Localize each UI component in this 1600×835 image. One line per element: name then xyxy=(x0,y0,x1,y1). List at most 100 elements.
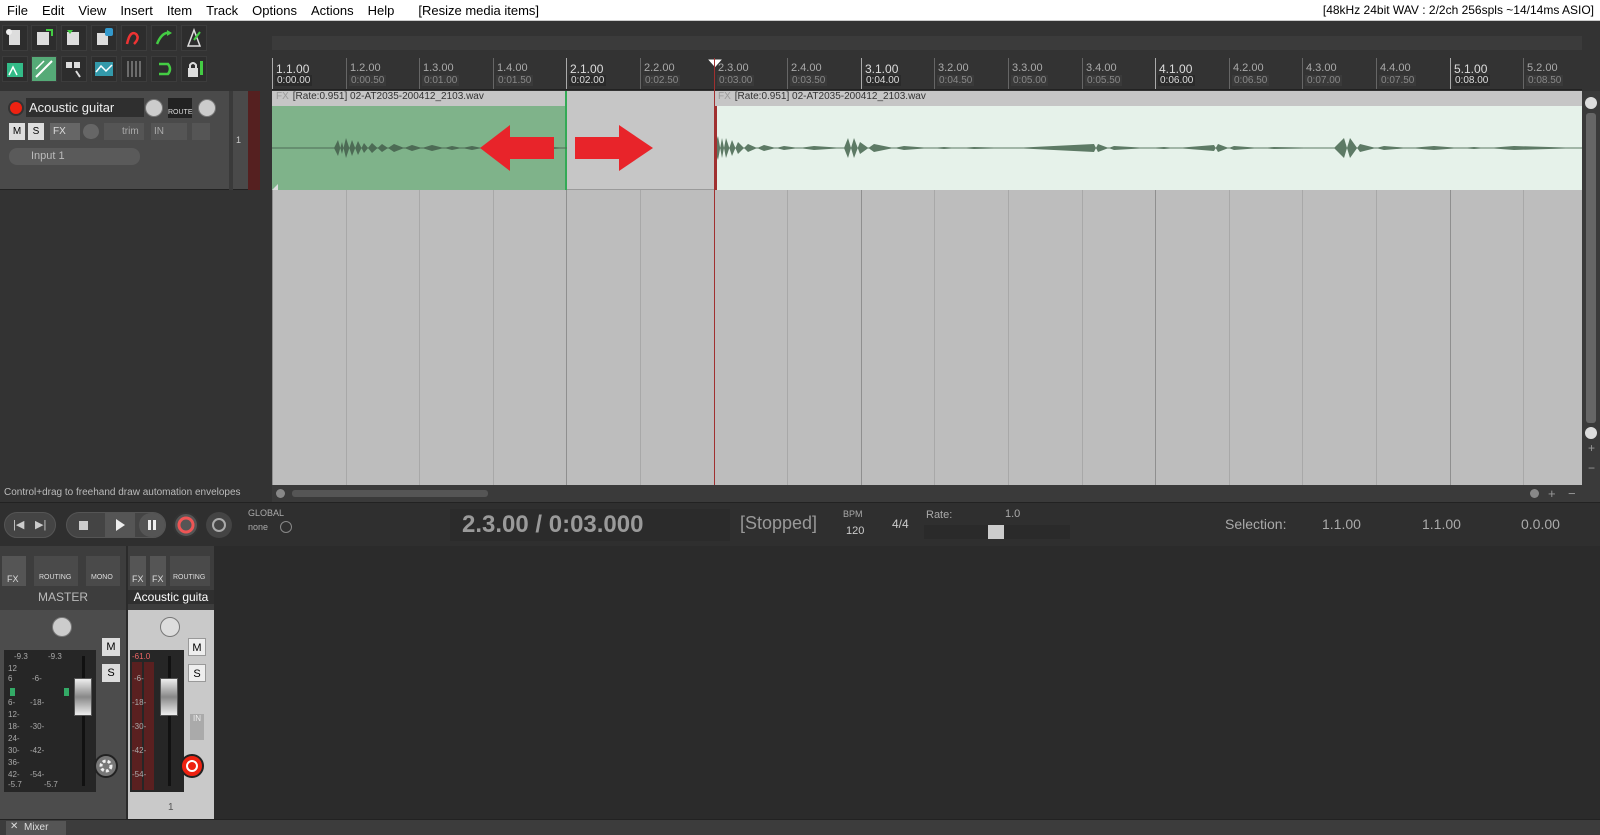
menu-edit[interactable]: Edit xyxy=(35,3,71,18)
scroll-down-icon[interactable] xyxy=(1585,427,1597,439)
master-routing-button[interactable]: ROUTING xyxy=(34,556,78,586)
menu-track[interactable]: Track xyxy=(199,3,245,18)
play-button[interactable] xyxy=(105,513,135,537)
record-arm-button[interactable] xyxy=(8,100,24,116)
scroll-up-icon[interactable] xyxy=(1585,97,1597,109)
time-signature[interactable]: 4/4 xyxy=(892,517,909,531)
undo-icon[interactable] xyxy=(121,25,147,51)
open-project-icon[interactable] xyxy=(31,25,57,51)
selection-length[interactable]: 0.0.00 xyxy=(1521,516,1560,532)
scroll-left-icon[interactable] xyxy=(276,489,285,498)
strip-record-arm-button[interactable] xyxy=(180,754,204,778)
media-item-2[interactable]: FX [Rate:0.951] 02-AT2035-200412_2103.wav xyxy=(714,91,1582,190)
action-status: [Resize media items] xyxy=(418,2,540,18)
redo-icon[interactable] xyxy=(151,25,177,51)
volume-knob[interactable] xyxy=(145,99,163,117)
envelope-follow-icon[interactable] xyxy=(91,56,117,82)
selection-start[interactable]: 1.1.00 xyxy=(1322,516,1361,532)
strip-fader[interactable] xyxy=(160,678,178,716)
menu-help[interactable]: Help xyxy=(361,3,402,18)
project-settings-icon[interactable] xyxy=(91,25,117,51)
menu-item[interactable]: Item xyxy=(160,3,199,18)
strip-routing-button[interactable]: ROUTING xyxy=(170,556,210,586)
lock-icon[interactable] xyxy=(181,56,207,82)
edit-cursor-marker[interactable] xyxy=(706,58,724,70)
ripple-edit-icon[interactable] xyxy=(31,56,57,82)
ruler-time-label: 0:07.00 xyxy=(1305,75,1343,86)
input-fx-button[interactable]: IN xyxy=(151,123,187,140)
strip-track-name[interactable]: Acoustic guita xyxy=(128,590,214,604)
repeat-icon[interactable] xyxy=(206,512,232,538)
env-icon[interactable] xyxy=(192,123,210,140)
master-mono-button[interactable]: MONO xyxy=(86,556,120,586)
audio-status[interactable]: [48kHz 24bit WAV : 2/2ch 256spls ~14/14m… xyxy=(1323,3,1594,17)
stop-icon[interactable] xyxy=(79,521,88,530)
item-grouping-icon[interactable] xyxy=(61,56,87,82)
vertical-scroll-thumb[interactable] xyxy=(1586,113,1596,423)
rate-slider[interactable] xyxy=(924,525,1070,539)
ruler-tick: 3.3.00 0:05.00 xyxy=(1008,58,1049,89)
zoom-out-vertical-icon[interactable]: − xyxy=(1588,461,1595,475)
position-display[interactable]: 2.3.00 / 0:03.000 xyxy=(450,509,730,541)
master-mute-button[interactable]: M xyxy=(102,638,120,656)
input-select[interactable]: Input 1 xyxy=(9,148,140,165)
pan-knob[interactable] xyxy=(198,99,216,117)
master-solo-button[interactable]: S xyxy=(102,664,120,682)
zoom-out-horizontal-icon[interactable]: − xyxy=(1568,486,1576,501)
loop-icon[interactable] xyxy=(151,56,177,82)
menu-actions[interactable]: Actions xyxy=(304,3,361,18)
metronome-icon[interactable] xyxy=(181,25,207,51)
trim-button[interactable]: trim xyxy=(104,123,144,140)
solo-button[interactable]: S xyxy=(28,123,44,140)
menu-insert[interactable]: Insert xyxy=(113,3,160,18)
strip-solo-button[interactable]: S xyxy=(188,664,206,682)
automation-global-label: GLOBAL xyxy=(248,508,285,518)
track-name[interactable]: Acoustic guitar xyxy=(26,98,144,117)
ruler-bar-label: 1.3.00 xyxy=(423,62,454,74)
scroll-right-icon[interactable] xyxy=(1530,489,1539,498)
selection-end[interactable]: 1.1.00 xyxy=(1422,516,1461,532)
go-to-start-icon[interactable]: |◀ xyxy=(13,518,24,531)
zoom-in-vertical-icon[interactable]: + xyxy=(1588,441,1595,455)
master-pan-knob[interactable] xyxy=(52,617,72,637)
master-fader[interactable] xyxy=(74,678,92,716)
ruler-region-strip[interactable] xyxy=(272,36,1582,50)
phase-icon[interactable] xyxy=(83,124,99,139)
automation-mode[interactable]: none xyxy=(248,522,268,532)
rate-slider-thumb[interactable] xyxy=(988,525,1004,539)
new-project-icon[interactable] xyxy=(2,25,28,51)
fx-button[interactable]: FX xyxy=(50,123,80,140)
save-project-icon[interactable] xyxy=(61,25,87,51)
vertical-scrollbar[interactable]: + − xyxy=(1582,91,1600,485)
route-button[interactable]: ROUTE xyxy=(168,98,193,118)
automation-dropdown-icon[interactable] xyxy=(280,521,292,533)
horizontal-scrollbar[interactable]: + − xyxy=(272,485,1600,502)
ruler-bar-label: 4.3.00 xyxy=(1306,62,1337,74)
menu-view[interactable]: View xyxy=(71,3,113,18)
go-to-end-icon[interactable]: ▶| xyxy=(35,518,46,531)
menu-file[interactable]: File xyxy=(0,3,35,18)
strip-input-fx-button[interactable]: FX xyxy=(150,556,166,586)
item-fx-badge[interactable]: FX xyxy=(276,91,289,102)
arrange-view[interactable]: FX [Rate:0.951] 02-AT2035-200412_2103.wav… xyxy=(272,91,1582,485)
settings-gear-icon[interactable] xyxy=(94,754,118,778)
mute-button[interactable]: M xyxy=(9,123,25,140)
zoom-in-horizontal-icon[interactable]: + xyxy=(1548,486,1556,501)
strip-mute-button[interactable]: M xyxy=(188,638,206,656)
grid-icon[interactable] xyxy=(121,56,147,82)
timeline-ruler[interactable]: 1.1.00 0:00.00 1.2.00 0:00.50 1.3.00 0:01.00 1… xyxy=(272,58,1582,90)
mixer-tab[interactable]: ✕ Mixer xyxy=(6,821,66,835)
grid-snap-icon[interactable] xyxy=(2,56,28,82)
strip-fx-button[interactable]: FX xyxy=(130,556,146,586)
strip-pan-knob[interactable] xyxy=(160,617,180,637)
item-fx-badge[interactable]: FX xyxy=(718,91,731,102)
track-header[interactable]: Acoustic guitar ROUTE M S FX trim IN Inp… xyxy=(0,91,260,190)
close-icon[interactable]: ✕ xyxy=(10,821,18,832)
menu-options[interactable]: Options xyxy=(245,3,304,18)
strip-input-button[interactable]: IN xyxy=(190,714,204,740)
record-button[interactable] xyxy=(173,512,199,538)
master-fx-button[interactable]: FX xyxy=(2,556,26,586)
pause-icon[interactable] xyxy=(139,513,165,537)
horizontal-scroll-thumb[interactable] xyxy=(292,490,488,497)
bpm-value[interactable]: 120 xyxy=(846,525,864,537)
